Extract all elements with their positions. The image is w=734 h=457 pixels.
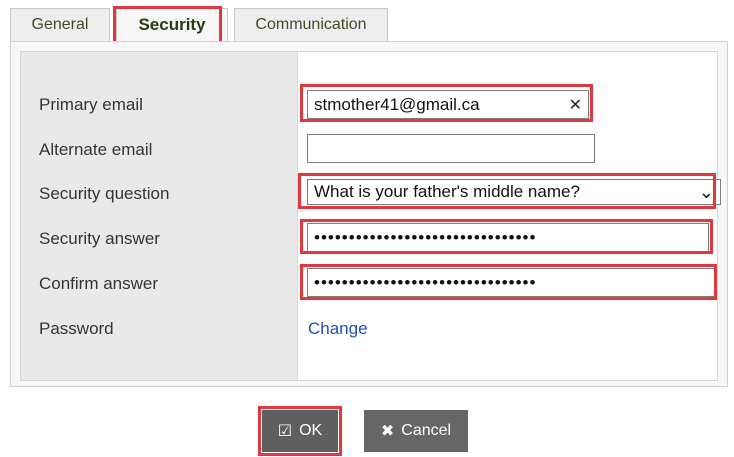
security-panel: Primary email Alternate email Security q…: [10, 41, 728, 387]
ok-button[interactable]: ☑ OK: [262, 410, 338, 452]
tab-communication[interactable]: Communication: [234, 8, 388, 41]
confirm-answer-label: Confirm answer: [39, 274, 159, 293]
password-label: Password: [39, 319, 114, 338]
close-icon[interactable]: ✕: [569, 95, 582, 115]
primary-email-value: stmother41@gmail.ca: [314, 94, 480, 114]
cancel-label: Cancel: [401, 422, 452, 439]
cancel-button[interactable]: ✖ Cancel: [364, 410, 468, 452]
form-area: Primary email Alternate email Security q…: [20, 51, 721, 381]
x-icon: ✖: [380, 423, 395, 440]
button-bar: ☑ OK ✖ Cancel: [0, 390, 734, 457]
primary-email-field[interactable]: stmother41@gmail.ca ✕: [307, 90, 589, 119]
checkbox-icon: ☑: [277, 423, 293, 440]
security-question-label: Security question: [39, 184, 170, 203]
primary-email-label: Primary email: [39, 95, 143, 114]
confirm-answer-value: ••••••••••••••••••••••••••••••••: [314, 272, 537, 292]
chevron-down-icon[interactable]: ⌄: [699, 182, 714, 203]
change-password-link[interactable]: Change: [308, 319, 368, 339]
security-answer-label: Security answer: [39, 229, 160, 248]
tab-general[interactable]: General: [10, 8, 110, 41]
confirm-answer-field[interactable]: ••••••••••••••••••••••••••••••••: [307, 268, 715, 297]
tab-security[interactable]: Security: [116, 8, 228, 41]
security-answer-value: ••••••••••••••••••••••••••••••••: [314, 227, 537, 247]
security-answer-field[interactable]: ••••••••••••••••••••••••••••••••: [307, 223, 709, 252]
alternate-email-label: Alternate email: [39, 140, 153, 159]
ok-label: OK: [299, 422, 323, 439]
alternate-email-field[interactable]: [307, 134, 595, 163]
security-question-value: What is your father's middle name?: [314, 182, 580, 201]
security-question-select[interactable]: What is your father's middle name? ⌄: [307, 179, 721, 205]
